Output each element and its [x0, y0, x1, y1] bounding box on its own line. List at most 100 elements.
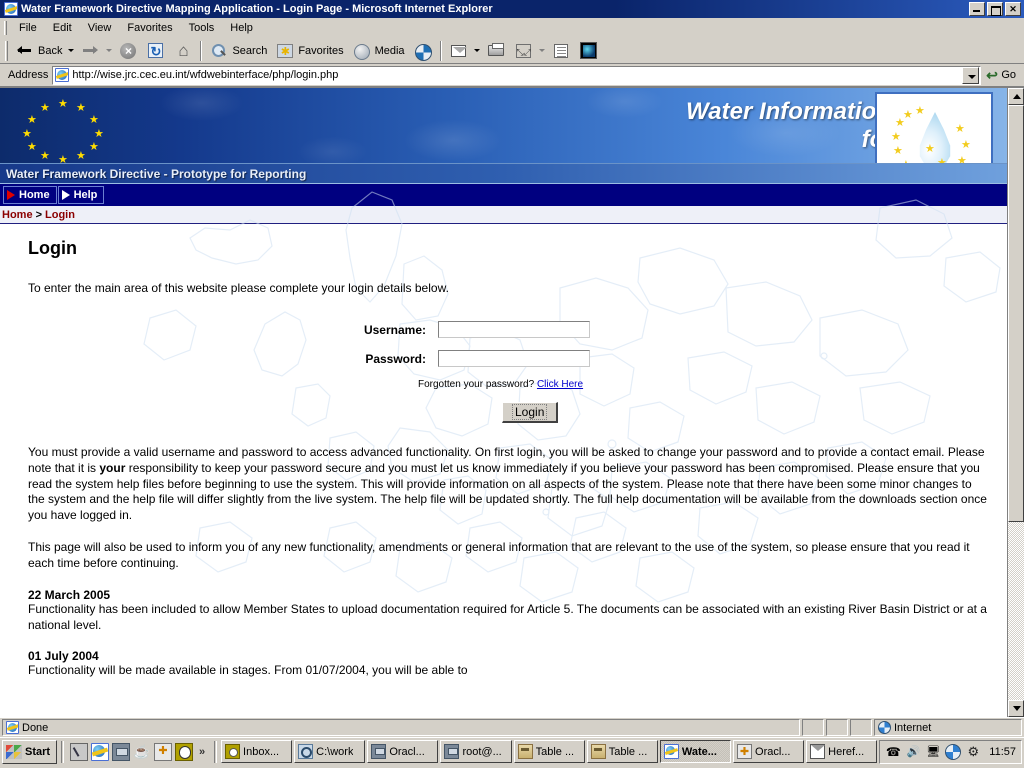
internet-explorer-icon	[663, 744, 679, 759]
scroll-up-button[interactable]	[1008, 88, 1024, 105]
mail-icon	[810, 744, 826, 759]
security-zone-panel[interactable]: Internet	[874, 719, 1022, 736]
coffee-icon[interactable]	[133, 743, 151, 761]
login-submit-button[interactable]: Login	[502, 402, 559, 423]
scrollbar-track[interactable]	[1008, 105, 1024, 700]
fullscreen-dropdown-icon[interactable]	[538, 49, 545, 52]
task-label-root: root@...	[462, 745, 502, 758]
nav-home-button[interactable]: Home	[3, 186, 57, 204]
address-input[interactable]	[72, 69, 963, 81]
scrollbar-thumb[interactable]	[1008, 105, 1024, 522]
eu-star: ★	[22, 127, 32, 140]
menu-favorites[interactable]: Favorites	[119, 20, 180, 36]
home-button[interactable]	[169, 40, 197, 62]
taskbar-clock[interactable]: 11:57	[985, 746, 1016, 758]
task-button-table-2[interactable]: Table ...	[586, 740, 658, 763]
show-desktop-icon[interactable]	[69, 742, 88, 761]
task-button-heref[interactable]: Heref...	[806, 740, 878, 763]
menu-edit[interactable]: Edit	[45, 20, 80, 36]
forgotten-password-link[interactable]: Click Here	[537, 379, 583, 390]
utility-icon[interactable]	[965, 744, 981, 760]
window-titlebar[interactable]: Water Framework Directive Mapping Applic…	[0, 0, 1024, 18]
close-button[interactable]: ✕	[1005, 2, 1021, 16]
menu-help[interactable]: Help	[222, 20, 261, 36]
chevron-more-icon[interactable]: »	[196, 746, 208, 758]
task-button-oracle-2[interactable]: Oracl...	[733, 740, 805, 763]
back-button[interactable]: Back	[11, 40, 66, 62]
logo-star: ★	[901, 160, 911, 164]
site-subtitle: Water Framework Directive - Prototype fo…	[0, 164, 1007, 184]
start-button[interactable]: Start	[2, 739, 58, 764]
globe-icon[interactable]	[945, 743, 962, 760]
taskbar-divider-2	[214, 740, 218, 763]
task-button-root[interactable]: root@...	[440, 740, 512, 763]
task-button-cwork[interactable]: C:\work	[294, 740, 366, 763]
nav-help-label: Help	[73, 189, 98, 201]
history-button[interactable]	[409, 40, 437, 62]
ie-document-icon	[4, 2, 18, 16]
forward-dropdown-icon[interactable]	[106, 49, 113, 52]
volume-icon[interactable]	[905, 744, 921, 760]
history-clock-icon	[413, 41, 433, 61]
page-title: Login	[28, 238, 77, 258]
search-icon	[209, 41, 229, 61]
clock-app-icon[interactable]	[174, 742, 193, 761]
internet-explorer-icon[interactable]	[90, 742, 109, 761]
task-button-table-1[interactable]: Table ...	[513, 740, 585, 763]
media-label: Media	[374, 44, 405, 57]
task-label-heref: Heref...	[828, 745, 865, 758]
task-button-oracle-1[interactable]: Oracl...	[367, 740, 439, 763]
nav-help-button[interactable]: Help	[57, 186, 105, 204]
window-controls: ✕	[969, 2, 1022, 16]
go-button[interactable]: Go	[981, 68, 1022, 82]
oracle-icon	[737, 744, 753, 759]
play-triangle-red-icon	[7, 190, 15, 200]
task-button-inbox[interactable]: Inbox...	[221, 740, 293, 763]
discuss-button[interactable]	[575, 40, 602, 62]
phone-icon[interactable]	[885, 744, 901, 760]
scroll-down-button[interactable]	[1008, 700, 1024, 717]
network-icon[interactable]	[111, 742, 130, 761]
task-label-cwork: C:\work	[316, 745, 354, 758]
vertical-scrollbar[interactable]	[1007, 88, 1024, 717]
edit-page-icon	[553, 43, 568, 58]
mail-button[interactable]	[445, 40, 472, 62]
logo-star: ★	[955, 123, 965, 135]
refresh-button[interactable]	[142, 40, 169, 62]
breadcrumb-separator: >	[35, 208, 42, 221]
task-button-water[interactable]: Wate...	[659, 740, 732, 763]
minimize-button[interactable]	[969, 2, 985, 16]
toolbar-separator	[200, 40, 203, 61]
fullscreen-button[interactable]	[510, 40, 537, 62]
favorites-button[interactable]: Favorites	[271, 40, 347, 62]
username-input[interactable]	[438, 321, 590, 338]
mail-dropdown-icon[interactable]	[473, 49, 480, 52]
media-button[interactable]: Media	[348, 40, 409, 62]
forward-button[interactable]	[76, 40, 104, 62]
forgotten-password-text: Forgotten your password?	[418, 379, 535, 390]
password-label: Password:	[365, 351, 426, 366]
menu-view[interactable]: View	[80, 20, 120, 36]
restore-button[interactable]	[987, 2, 1003, 16]
edit-button[interactable]	[547, 40, 575, 62]
address-bar: Address Go	[0, 64, 1024, 87]
address-dropdown-button[interactable]	[962, 66, 980, 84]
page-icon	[55, 68, 70, 82]
toolbar-grip[interactable]	[5, 40, 8, 61]
stop-button[interactable]	[114, 40, 142, 62]
menu-file[interactable]: File	[11, 20, 45, 36]
menu-tools[interactable]: Tools	[181, 20, 223, 36]
breadcrumb-home-link[interactable]: Home	[2, 209, 33, 221]
menubar-grip[interactable]	[4, 20, 7, 35]
password-input[interactable]	[438, 350, 590, 367]
back-dropdown-icon[interactable]	[68, 49, 75, 52]
home-icon	[173, 41, 193, 61]
network-connection-icon[interactable]	[925, 744, 941, 760]
search-button[interactable]: Search	[205, 40, 271, 62]
oracle-icon[interactable]	[153, 742, 172, 761]
address-input-wrapper[interactable]	[52, 65, 982, 85]
banner-title-line2: for Europe	[130, 126, 983, 154]
fullscreen-icon	[515, 43, 531, 58]
print-button[interactable]	[482, 40, 510, 62]
favorites-star-icon	[277, 43, 294, 58]
